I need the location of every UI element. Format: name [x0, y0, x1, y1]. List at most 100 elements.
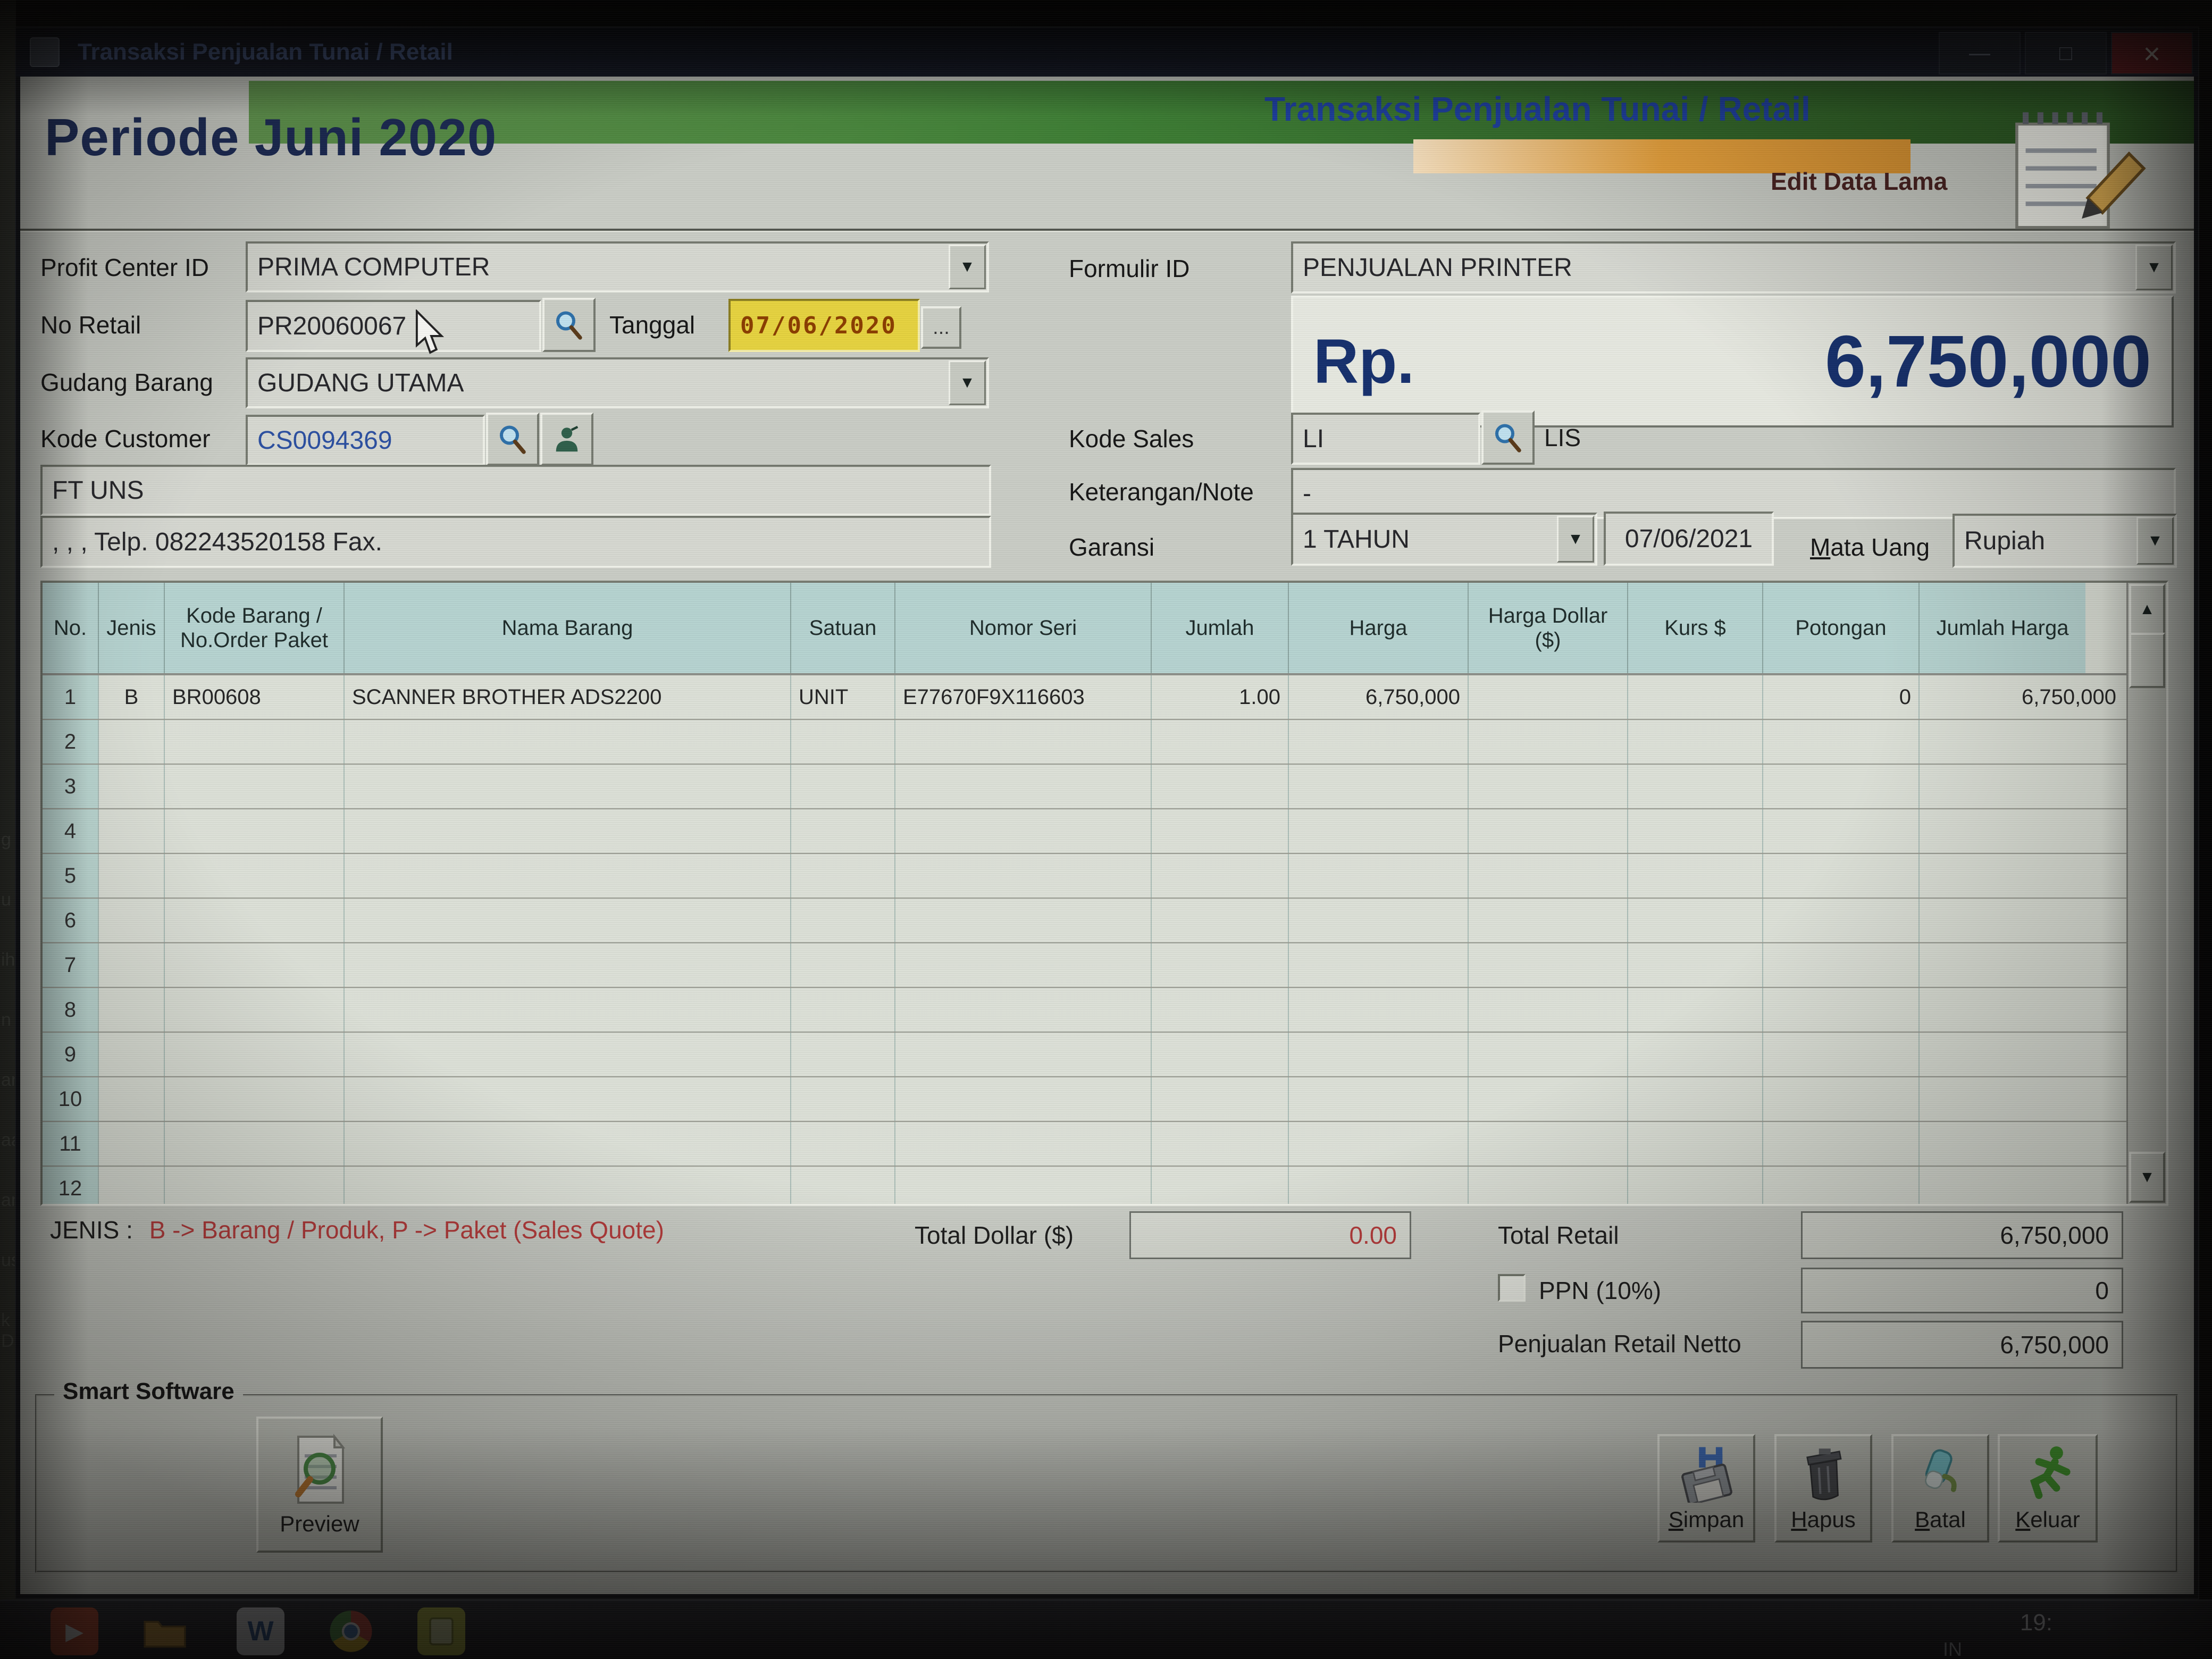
table-cell[interactable]	[895, 720, 1152, 764]
table-cell[interactable]	[165, 720, 345, 764]
table-cell[interactable]	[1289, 988, 1469, 1032]
table-cell[interactable]	[1152, 765, 1289, 808]
table-cell[interactable]	[895, 1033, 1152, 1076]
table-cell[interactable]: 6	[43, 899, 99, 942]
table-cell[interactable]	[1628, 720, 1763, 764]
table-cell[interactable]	[1289, 943, 1469, 987]
table-cell[interactable]	[1152, 854, 1289, 898]
table-cell[interactable]	[895, 943, 1152, 987]
table-cell[interactable]	[99, 854, 165, 898]
table-cell[interactable]	[895, 1077, 1152, 1121]
table-cell[interactable]	[1152, 720, 1289, 764]
table-cell[interactable]	[1152, 899, 1289, 942]
table-cell[interactable]	[895, 899, 1152, 942]
table-cell[interactable]	[1469, 675, 1628, 719]
ppn-checkbox[interactable]	[1498, 1274, 1526, 1302]
no-retail-input[interactable]: PR20060067	[246, 300, 541, 352]
table-cell[interactable]	[345, 988, 791, 1032]
profit-center-select[interactable]: PRIMA COMPUTER ▼	[246, 241, 989, 292]
table-row[interactable]: 5	[43, 854, 2128, 899]
column-header[interactable]: Nomor Seri	[895, 583, 1152, 673]
kode-sales-input[interactable]: LI	[1291, 413, 1480, 465]
table-cell[interactable]	[345, 720, 791, 764]
table-cell[interactable]: 9	[43, 1033, 99, 1076]
kode-customer-search-button[interactable]	[486, 413, 539, 466]
table-cell[interactable]	[1920, 899, 2124, 942]
table-row[interactable]: 4	[43, 809, 2128, 854]
table-row[interactable]: 1 B BR00608 SCANNER BROTHER ADS2200 UNIT…	[43, 675, 2128, 720]
table-cell[interactable]	[99, 809, 165, 853]
table-cell[interactable]	[1763, 720, 1920, 764]
table-cell[interactable]	[1289, 765, 1469, 808]
table-cell[interactable]	[1152, 943, 1289, 987]
table-cell[interactable]	[1920, 1122, 2124, 1166]
customer-person-button[interactable]	[540, 413, 593, 466]
table-cell[interactable]	[1920, 854, 2124, 898]
table-cell[interactable]: 12	[43, 1167, 99, 1204]
table-cell[interactable]	[1469, 1077, 1628, 1121]
table-row[interactable]: 8	[43, 988, 2128, 1033]
table-cell[interactable]	[99, 1033, 165, 1076]
table-cell[interactable]	[345, 1167, 791, 1204]
table-cell[interactable]	[1920, 765, 2124, 808]
table-cell[interactable]	[1763, 809, 1920, 853]
table-cell[interactable]	[1628, 1122, 1763, 1166]
notepad-pencil-icon[interactable]	[1996, 106, 2156, 239]
table-cell[interactable]	[1920, 809, 2124, 853]
table-row[interactable]: 12	[43, 1167, 2128, 1204]
table-cell[interactable]	[165, 1167, 345, 1204]
table-cell[interactable]: 10	[43, 1077, 99, 1121]
table-cell[interactable]	[791, 720, 895, 764]
table-cell[interactable]	[99, 1077, 165, 1121]
table-cell[interactable]	[345, 854, 791, 898]
table-row[interactable]: 7	[43, 943, 2128, 988]
column-header[interactable]: Jenis	[99, 583, 165, 673]
table-cell[interactable]	[99, 765, 165, 808]
table-cell[interactable]	[895, 765, 1152, 808]
table-cell[interactable]	[1628, 1167, 1763, 1204]
table-cell[interactable]	[791, 809, 895, 853]
kode-customer-input[interactable]: CS0094369	[246, 415, 485, 466]
column-header[interactable]: Potongan	[1763, 583, 1920, 673]
hapus-button[interactable]: Hapus	[1774, 1434, 1872, 1543]
table-row[interactable]: 11	[43, 1122, 2128, 1167]
table-cell[interactable]	[1469, 899, 1628, 942]
table-cell[interactable]: B	[99, 675, 165, 719]
table-cell[interactable]	[1469, 1033, 1628, 1076]
table-cell[interactable]	[1763, 899, 1920, 942]
column-header[interactable]: Harga Dollar ($)	[1469, 583, 1628, 673]
table-cell[interactable]	[165, 1077, 345, 1121]
table-cell[interactable]	[791, 1167, 895, 1204]
table-cell[interactable]	[1152, 809, 1289, 853]
batal-button[interactable]: Batal	[1891, 1434, 1989, 1543]
table-cell[interactable]	[165, 809, 345, 853]
table-cell[interactable]	[345, 765, 791, 808]
table-cell[interactable]	[1628, 765, 1763, 808]
table-cell[interactable]	[1289, 899, 1469, 942]
table-cell[interactable]	[1469, 988, 1628, 1032]
table-cell[interactable]	[1628, 1033, 1763, 1076]
table-row[interactable]: 10	[43, 1077, 2128, 1122]
table-cell[interactable]: 0	[1763, 675, 1920, 719]
table-cell[interactable]	[1628, 854, 1763, 898]
maximize-button[interactable]: □	[2025, 32, 2107, 74]
tanggal-more-button[interactable]: ...	[921, 306, 961, 349]
table-cell[interactable]	[1763, 1122, 1920, 1166]
table-cell[interactable]	[1628, 899, 1763, 942]
word-icon[interactable]: W	[237, 1607, 284, 1655]
table-cell[interactable]	[165, 765, 345, 808]
table-cell[interactable]	[345, 943, 791, 987]
table-cell[interactable]: 11	[43, 1122, 99, 1166]
table-cell[interactable]	[1920, 1033, 2124, 1076]
table-cell[interactable]	[99, 720, 165, 764]
chevron-down-icon[interactable]: ▼	[949, 245, 986, 289]
formulir-id-select[interactable]: PENJUALAN PRINTER ▼	[1291, 241, 2176, 294]
table-cell[interactable]	[1763, 988, 1920, 1032]
table-cell[interactable]	[1628, 675, 1763, 719]
table-cell[interactable]	[791, 943, 895, 987]
folder-icon[interactable]	[141, 1607, 189, 1655]
table-cell[interactable]	[165, 1122, 345, 1166]
table-cell[interactable]	[1289, 720, 1469, 764]
column-header[interactable]: Jumlah	[1152, 583, 1289, 673]
table-cell[interactable]	[1152, 1033, 1289, 1076]
